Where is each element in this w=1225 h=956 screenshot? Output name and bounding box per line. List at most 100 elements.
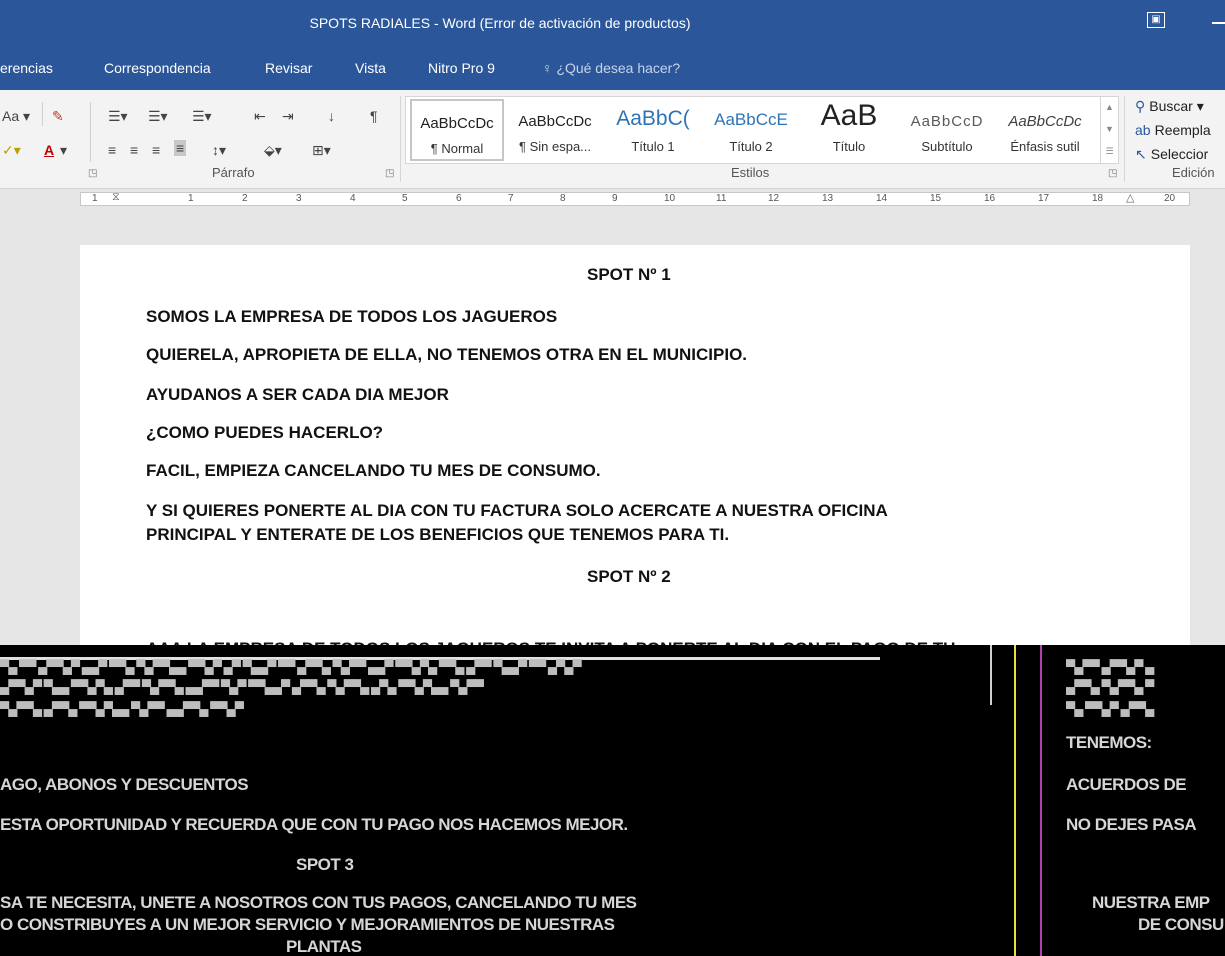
ribbon-tabs: erencias Correspondencia Revisar Vista N…	[0, 46, 1225, 90]
paragraph-group-label: Párrafo	[212, 165, 255, 180]
glitch-text-line: O CONSTRIBUYES A UN MEJOR SERVICIO Y MEJ…	[0, 915, 615, 934]
replace-button[interactable]: ab Reempla	[1135, 122, 1211, 138]
glitch-text-line: AGO, ABONOS Y DESCUENTOS	[0, 775, 249, 794]
font-color-icon[interactable]: A	[44, 142, 54, 158]
glitch-text-line: NO DEJES PASA	[1066, 815, 1197, 834]
decrease-indent-icon[interactable]: ⇤	[254, 108, 266, 125]
style-normal[interactable]: AaBbCcDc ¶ Normal	[410, 99, 504, 161]
glitch-noise: ▀▄ ▀▀▄▀ ▄▀▀▄	[1066, 701, 1154, 716]
bullets-icon[interactable]: ☰▾	[108, 108, 128, 125]
tab-mailings[interactable]: Correspondencia	[104, 60, 211, 76]
title-bar: SPOTS RADIALES - Word (Error de activaci…	[0, 0, 1225, 46]
ruler-number: 13	[822, 193, 834, 204]
replace-icon: ab	[1135, 122, 1151, 138]
justify-icon[interactable]: ≡	[174, 140, 187, 156]
doc-paragraph: ¿COMO PUEDES HACERLO?	[146, 423, 384, 442]
paragraph-dialog-launcher-icon[interactable]: ◳	[385, 168, 394, 179]
ruler-number: 16	[984, 193, 996, 204]
font-dialog-launcher-icon[interactable]: ◳	[88, 168, 97, 179]
glitch-vertical-line	[990, 645, 992, 705]
right-indent-marker-icon[interactable]: △	[1126, 191, 1134, 204]
highlight-icon[interactable]: ✓▾	[2, 142, 21, 159]
rendering-glitch-area: ▀▄ ▀▀ ▄▀▀▄▀ ▄▄▀ ▀▀▄ ▀▄▀▀▄▄ ▀▀▄▀ ▄▀ ▀▄▄▀ …	[0, 645, 1225, 956]
tab-review[interactable]: Revisar	[265, 60, 312, 76]
glitch-text-line: DE CONSU	[1138, 915, 1224, 934]
style-name: Énfasis sutil	[1010, 139, 1080, 154]
styles-dialog-launcher-icon[interactable]: ◳	[1108, 168, 1117, 179]
line-spacing-icon[interactable]: ↕▾	[212, 142, 226, 159]
indent-marker-icon[interactable]: ⧖	[112, 191, 120, 204]
gallery-more-icon[interactable]: ☰	[1101, 140, 1118, 162]
cursor-icon: ↖	[1135, 146, 1147, 162]
divider	[42, 102, 43, 126]
minimize-icon[interactable]	[1212, 22, 1225, 24]
show-formatting-marks-icon[interactable]: ¶	[370, 108, 378, 124]
ribbon: Aa ▾ ✎ ✓▾ A ▾ ◳ ☰▾ ☰▾ ☰▾ ⇤ ⇥ ↓ ¶ ≡ ≡ ≡ ≡…	[0, 90, 1225, 189]
glitch-vertical-line	[1014, 645, 1016, 956]
glitch-text-line: PLANTAS	[286, 937, 362, 956]
align-center-icon[interactable]: ≡	[130, 142, 138, 158]
sort-icon[interactable]: ↓	[328, 108, 335, 124]
increase-indent-icon[interactable]: ⇥	[282, 108, 294, 125]
divider	[400, 96, 401, 182]
change-case-button[interactable]: Aa ▾	[2, 108, 30, 125]
styles-gallery-scroll[interactable]: ▲ ▼ ☰	[1100, 96, 1118, 164]
doc-paragraph: Y SI QUIERES PONERTE AL DIA CON TU FACTU…	[146, 501, 888, 520]
scroll-down-icon[interactable]: ▼	[1101, 118, 1118, 140]
clear-formatting-icon[interactable]: ✎	[52, 108, 64, 125]
glitch-text-line: ACUERDOS DE	[1066, 775, 1187, 794]
doc-paragraph: PRINCIPAL Y ENTERATE DE LOS BENEFICIOS Q…	[146, 525, 730, 544]
glitch-text-line: SPOT 3	[296, 855, 354, 874]
ruler-number: 15	[930, 193, 942, 204]
style-subtle-emphasis[interactable]: AaBbCcDc Énfasis sutil	[998, 99, 1092, 161]
scroll-up-icon[interactable]: ▲	[1101, 96, 1118, 118]
style-preview: AaBbCcE	[714, 110, 788, 129]
tab-nitro-pro[interactable]: Nitro Pro 9	[428, 60, 495, 76]
style-name: ¶ Sin espa...	[518, 139, 592, 154]
shading-icon[interactable]: ⬙▾	[264, 142, 282, 159]
style-title[interactable]: AaB Título	[802, 99, 896, 161]
horizontal-ruler[interactable]: ⧖ △ 1 1 2 3 4 5 6 7 8 9 10 11 12 13 14 1…	[0, 189, 1225, 209]
ruler-number: 18	[1092, 193, 1104, 204]
tell-me-search[interactable]: ♀ ¿Qué desea hacer?	[542, 60, 680, 76]
multilevel-list-icon[interactable]: ☰▾	[192, 108, 212, 125]
find-button[interactable]: ⚲ Buscar ▾	[1135, 98, 1204, 115]
style-preview: AaB	[820, 99, 878, 132]
glitch-noise: ▄▀▀▄▀ ▀▄▄ ▀▀▄▀▄ ▄▀▀ ▀▄▀▀▄ ▄▄▀▀ ▀▄▀ ▀▀▄▄▀…	[0, 679, 484, 694]
style-name: Título	[832, 139, 866, 154]
style-heading-1[interactable]: AaBbC( Título 1	[606, 99, 700, 161]
styles-group-label: Estilos	[731, 165, 770, 180]
editing-group-label: Edición	[1172, 165, 1215, 180]
spot-2-heading: SPOT Nº 2	[587, 567, 671, 586]
ruler-number: 2	[242, 193, 248, 204]
glitch-text-line: TENEMOS:	[1066, 733, 1152, 752]
ribbon-display-options-icon[interactable]: ▣	[1147, 12, 1165, 28]
align-left-icon[interactable]: ≡	[108, 142, 116, 158]
ruler-number: 3	[296, 193, 302, 204]
tab-references[interactable]: erencias	[0, 60, 53, 76]
glitch-noise: ▀▄ ▀▀ ▄▀▀▄▀ ▄▄▀ ▀▀▄ ▀▄▀▀▄▄ ▀▀▄▀ ▄▀ ▀▄▄▀ …	[0, 659, 582, 674]
select-label: Seleccior	[1150, 146, 1209, 162]
font-color-dropdown-icon[interactable]: ▾	[60, 142, 67, 159]
replace-label: Reempla	[1154, 122, 1211, 138]
ruler-number: 20	[1164, 193, 1176, 204]
numbering-icon[interactable]: ☰▾	[148, 108, 168, 125]
style-preview: AaBbCcDc	[420, 115, 494, 132]
select-button[interactable]: ↖ Seleccior	[1135, 146, 1208, 163]
doc-paragraph: AYUDANOS A SER CADA DIA MEJOR	[146, 385, 449, 404]
ruler-number: 5	[402, 193, 408, 204]
styles-gallery: AaBbCcDc ¶ Normal AaBbCcDc ¶ Sin espa...…	[405, 96, 1119, 164]
divider	[1124, 96, 1125, 182]
search-icon: ⚲	[1135, 98, 1146, 114]
tab-view[interactable]: Vista	[355, 60, 386, 76]
style-heading-2[interactable]: AaBbCcE Título 2	[704, 99, 798, 161]
style-subtitle[interactable]: AaBbCcD Subtítulo	[900, 99, 994, 161]
doc-paragraph: QUIERELA, APROPIETA DE ELLA, NO TENEMOS …	[146, 345, 748, 364]
style-no-spacing[interactable]: AaBbCcDc ¶ Sin espa...	[508, 99, 602, 161]
ruler-number: 6	[456, 193, 462, 204]
glitch-noise: ▀▄▀▀ ▄▀▀▄▀ ▄	[1066, 659, 1154, 674]
ruler-number: 11	[716, 193, 727, 204]
style-preview: AaBbCcDc	[1008, 113, 1082, 130]
align-right-icon[interactable]: ≡	[152, 142, 160, 158]
borders-icon[interactable]: ⊞▾	[312, 142, 331, 159]
